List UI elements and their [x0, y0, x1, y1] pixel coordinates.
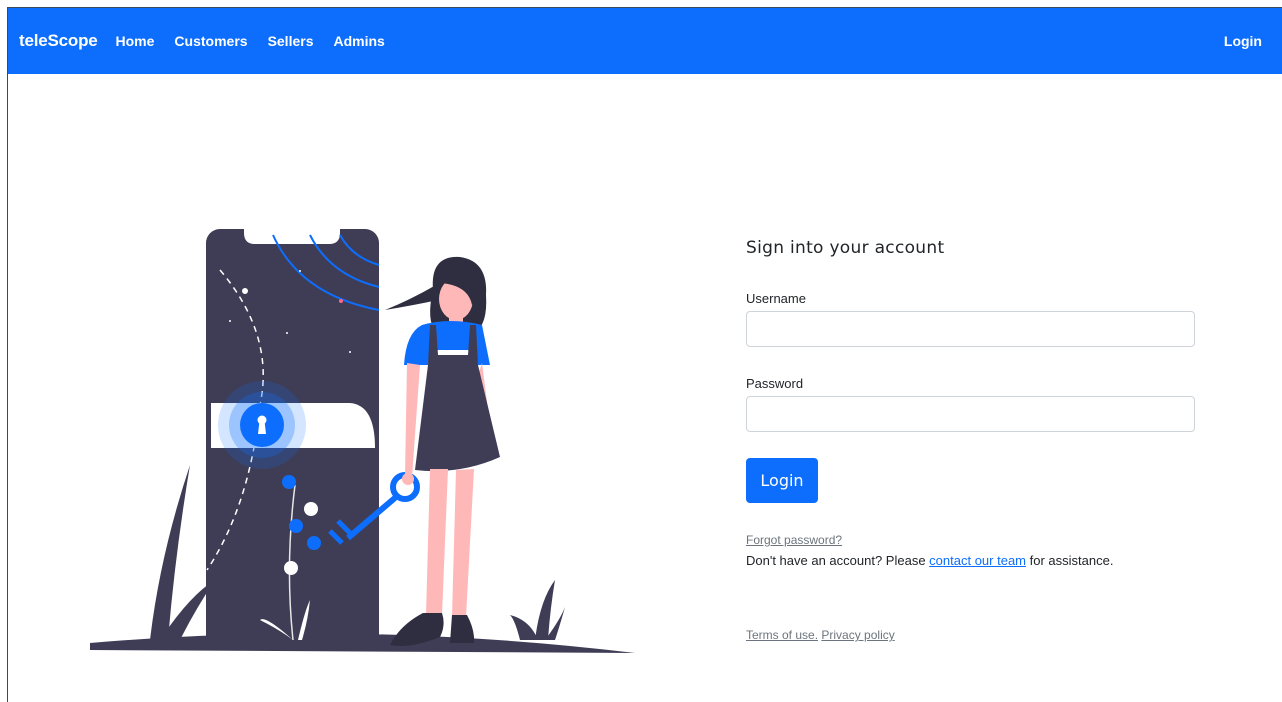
form-footer: Terms of use. Privacy policy — [746, 628, 1195, 642]
flower-dot — [284, 561, 298, 575]
username-input[interactable] — [746, 311, 1195, 347]
flower-dot — [289, 519, 303, 533]
star-dot — [349, 351, 351, 353]
login-illustration — [90, 225, 635, 653]
top-navbar: teleScope Home Customers Sellers Admins … — [8, 8, 1282, 74]
star-dot — [286, 332, 288, 334]
phone-notch — [244, 225, 340, 244]
help-text: Don't have an account? Please contact ou… — [746, 553, 1195, 568]
nav-admins[interactable]: Admins — [334, 33, 385, 49]
username-label: Username — [746, 291, 806, 306]
star-dot — [299, 270, 301, 272]
flower-dot — [307, 536, 321, 550]
woman-figure — [385, 256, 500, 646]
forgot-password-link[interactable]: Forgot password? — [746, 533, 842, 547]
star-dot — [339, 299, 343, 303]
login-form: Sign into your account Username Password… — [746, 238, 1195, 642]
nav-login[interactable]: Login — [1224, 33, 1262, 49]
brand-logo[interactable]: teleScope — [19, 31, 98, 51]
login-button[interactable]: Login — [746, 458, 818, 503]
terms-link[interactable]: Terms of use. — [746, 628, 818, 642]
help-prefix: Don't have an account? Please — [746, 553, 930, 568]
form-title: Sign into your account — [746, 238, 945, 258]
nav-sellers[interactable]: Sellers — [268, 33, 314, 49]
flower-dot — [282, 475, 296, 489]
star-dot — [242, 288, 248, 294]
password-input[interactable] — [746, 396, 1195, 432]
nav-customers[interactable]: Customers — [174, 33, 247, 49]
help-suffix: for assistance. — [1026, 553, 1114, 568]
star-dot — [229, 320, 231, 322]
flower-dot — [304, 502, 318, 516]
grass-blade — [510, 615, 538, 640]
nav-home[interactable]: Home — [116, 33, 155, 49]
contact-team-link[interactable]: contact our team — [929, 553, 1026, 568]
privacy-link[interactable]: Privacy policy — [821, 628, 894, 642]
password-label: Password — [746, 376, 804, 391]
